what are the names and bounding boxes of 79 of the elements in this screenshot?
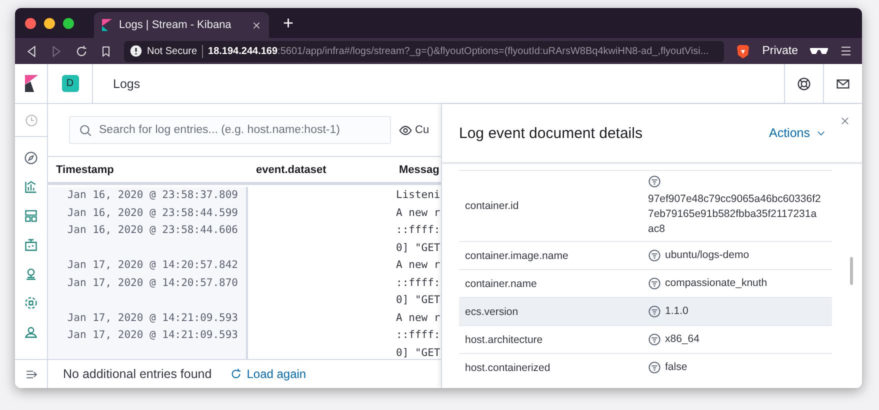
filter-icon[interactable] xyxy=(648,175,661,188)
message-text: 0] "GET xyxy=(396,294,440,306)
compass-icon[interactable] xyxy=(24,150,38,164)
reload-icon xyxy=(230,368,242,380)
filter-icon[interactable] xyxy=(648,249,661,262)
kibana-logo-icon[interactable] xyxy=(24,75,38,92)
eye-icon xyxy=(399,124,412,136)
zoom-window-button[interactable] xyxy=(63,18,74,28)
field-value: false xyxy=(665,360,688,375)
person-icon[interactable] xyxy=(24,324,38,338)
scrollbar-thumb[interactable] xyxy=(850,257,853,285)
new-tab-button[interactable]: + xyxy=(283,12,294,34)
menu-icon[interactable] xyxy=(840,45,852,57)
column-header: event.dataset xyxy=(255,164,328,176)
field-value: compassionate_knuth xyxy=(665,276,768,291)
message-text: Listeni xyxy=(396,189,440,201)
actions-button[interactable]: Actions xyxy=(769,126,826,140)
field-name: ecs.version xyxy=(464,306,520,318)
back-icon[interactable] xyxy=(25,44,38,58)
reload-icon[interactable] xyxy=(75,44,88,58)
timestamp-cell: Jan 17, 2020 @ 14:20:57.842 xyxy=(67,259,238,271)
customize-button[interactable]: Cu xyxy=(399,124,430,136)
field-value: 1.1.0 xyxy=(665,304,688,319)
status-text: No additional entries found xyxy=(63,367,212,381)
message-text: A new r xyxy=(396,206,440,218)
close-icon[interactable] xyxy=(252,20,261,30)
search-field[interactable]: Search for log entries... (e.g. host.name:host-1) xyxy=(69,116,391,144)
collapse-menu-icon[interactable] xyxy=(24,368,38,380)
message-text: 0] "GET xyxy=(396,346,440,358)
timestamp-cell: Jan 17, 2020 @ 14:21:09.593 xyxy=(67,329,238,341)
column-header: Timestamp xyxy=(55,164,115,176)
field-name: host.containerized xyxy=(464,362,552,374)
filter-icon[interactable] xyxy=(648,361,661,374)
column-header: Messag xyxy=(398,164,440,176)
security-label: Not Secure xyxy=(147,46,198,56)
message-text: ::ffff: xyxy=(396,224,440,236)
glasses-icon xyxy=(810,47,828,55)
search-icon xyxy=(79,124,92,137)
forward-icon[interactable] xyxy=(50,44,63,58)
minimize-window-button[interactable] xyxy=(44,18,55,28)
url-text: 18.194.244.169:5601/app/infra#/logs/stream?_g=()&flyoutOptions=(flyoutId:uRArsW8Bq4kwiHN8-ad_,flyoutVisi... xyxy=(208,46,709,56)
help-icon[interactable] xyxy=(797,76,811,90)
filter-icon[interactable] xyxy=(648,277,661,290)
dashboard-icon[interactable] xyxy=(24,208,38,222)
browser-tab[interactable]: Logs | Stream - Kibana xyxy=(94,12,269,38)
private-label: Private xyxy=(762,45,798,57)
timestamp-cell: Jan 17, 2020 @ 14:21:09.593 xyxy=(67,312,238,324)
close-icon xyxy=(840,116,850,126)
map-pin-icon[interactable] xyxy=(24,266,38,280)
timestamp-cell: Jan 16, 2020 @ 23:58:44.606 xyxy=(67,224,238,236)
timestamp-cell: Jan 17, 2020 @ 14:20:57.870 xyxy=(67,276,238,288)
load-again-link[interactable]: Load again xyxy=(230,367,306,381)
message-text: ::ffff: xyxy=(396,276,440,288)
message-text: 0] "GET xyxy=(396,242,440,254)
flyout-title: Log event document details xyxy=(459,124,644,142)
page-title: Logs xyxy=(113,76,140,90)
filter-icon[interactable] xyxy=(648,305,661,318)
chart-icon[interactable] xyxy=(24,180,38,194)
address-bar[interactable]: Not Secure 18.194.244.169:5601/app/infra#/logs/stream?_g=()&flyoutOptions=(flyoutId:uRArsW8Bq4kwiHN8-ad_,flyoutVisi... xyxy=(124,40,724,62)
field-value: 97ef907e48c79cc9065a46bc60336f27eb79165e91b582fbba35f2117231aac8 xyxy=(648,192,822,237)
field-value: ubuntu/logs-demo xyxy=(665,248,750,263)
close-window-button[interactable] xyxy=(25,18,36,28)
timestamp-cell: Jan 16, 2020 @ 23:58:44.599 xyxy=(67,206,238,218)
field-name: container.image.name xyxy=(464,250,570,262)
field-name: container.id xyxy=(464,200,520,212)
field-name: container.name xyxy=(464,278,538,290)
message-text: A new r xyxy=(396,312,440,324)
bookmark-icon[interactable] xyxy=(100,44,112,58)
field-value: x86_64 xyxy=(665,332,700,347)
space-avatar[interactable]: D xyxy=(62,75,78,92)
close-button[interactable] xyxy=(840,116,850,126)
filter-icon[interactable] xyxy=(648,333,661,346)
timestamp-cell: Jan 16, 2020 @ 23:58:37.809 xyxy=(67,189,238,201)
message-text: ::ffff: xyxy=(396,329,440,341)
field-name: host.architecture xyxy=(464,334,544,346)
mail-icon[interactable] xyxy=(836,76,850,90)
kibana-logo-icon xyxy=(102,19,112,31)
warning-icon xyxy=(130,45,142,57)
message-text: A new r xyxy=(396,259,440,271)
